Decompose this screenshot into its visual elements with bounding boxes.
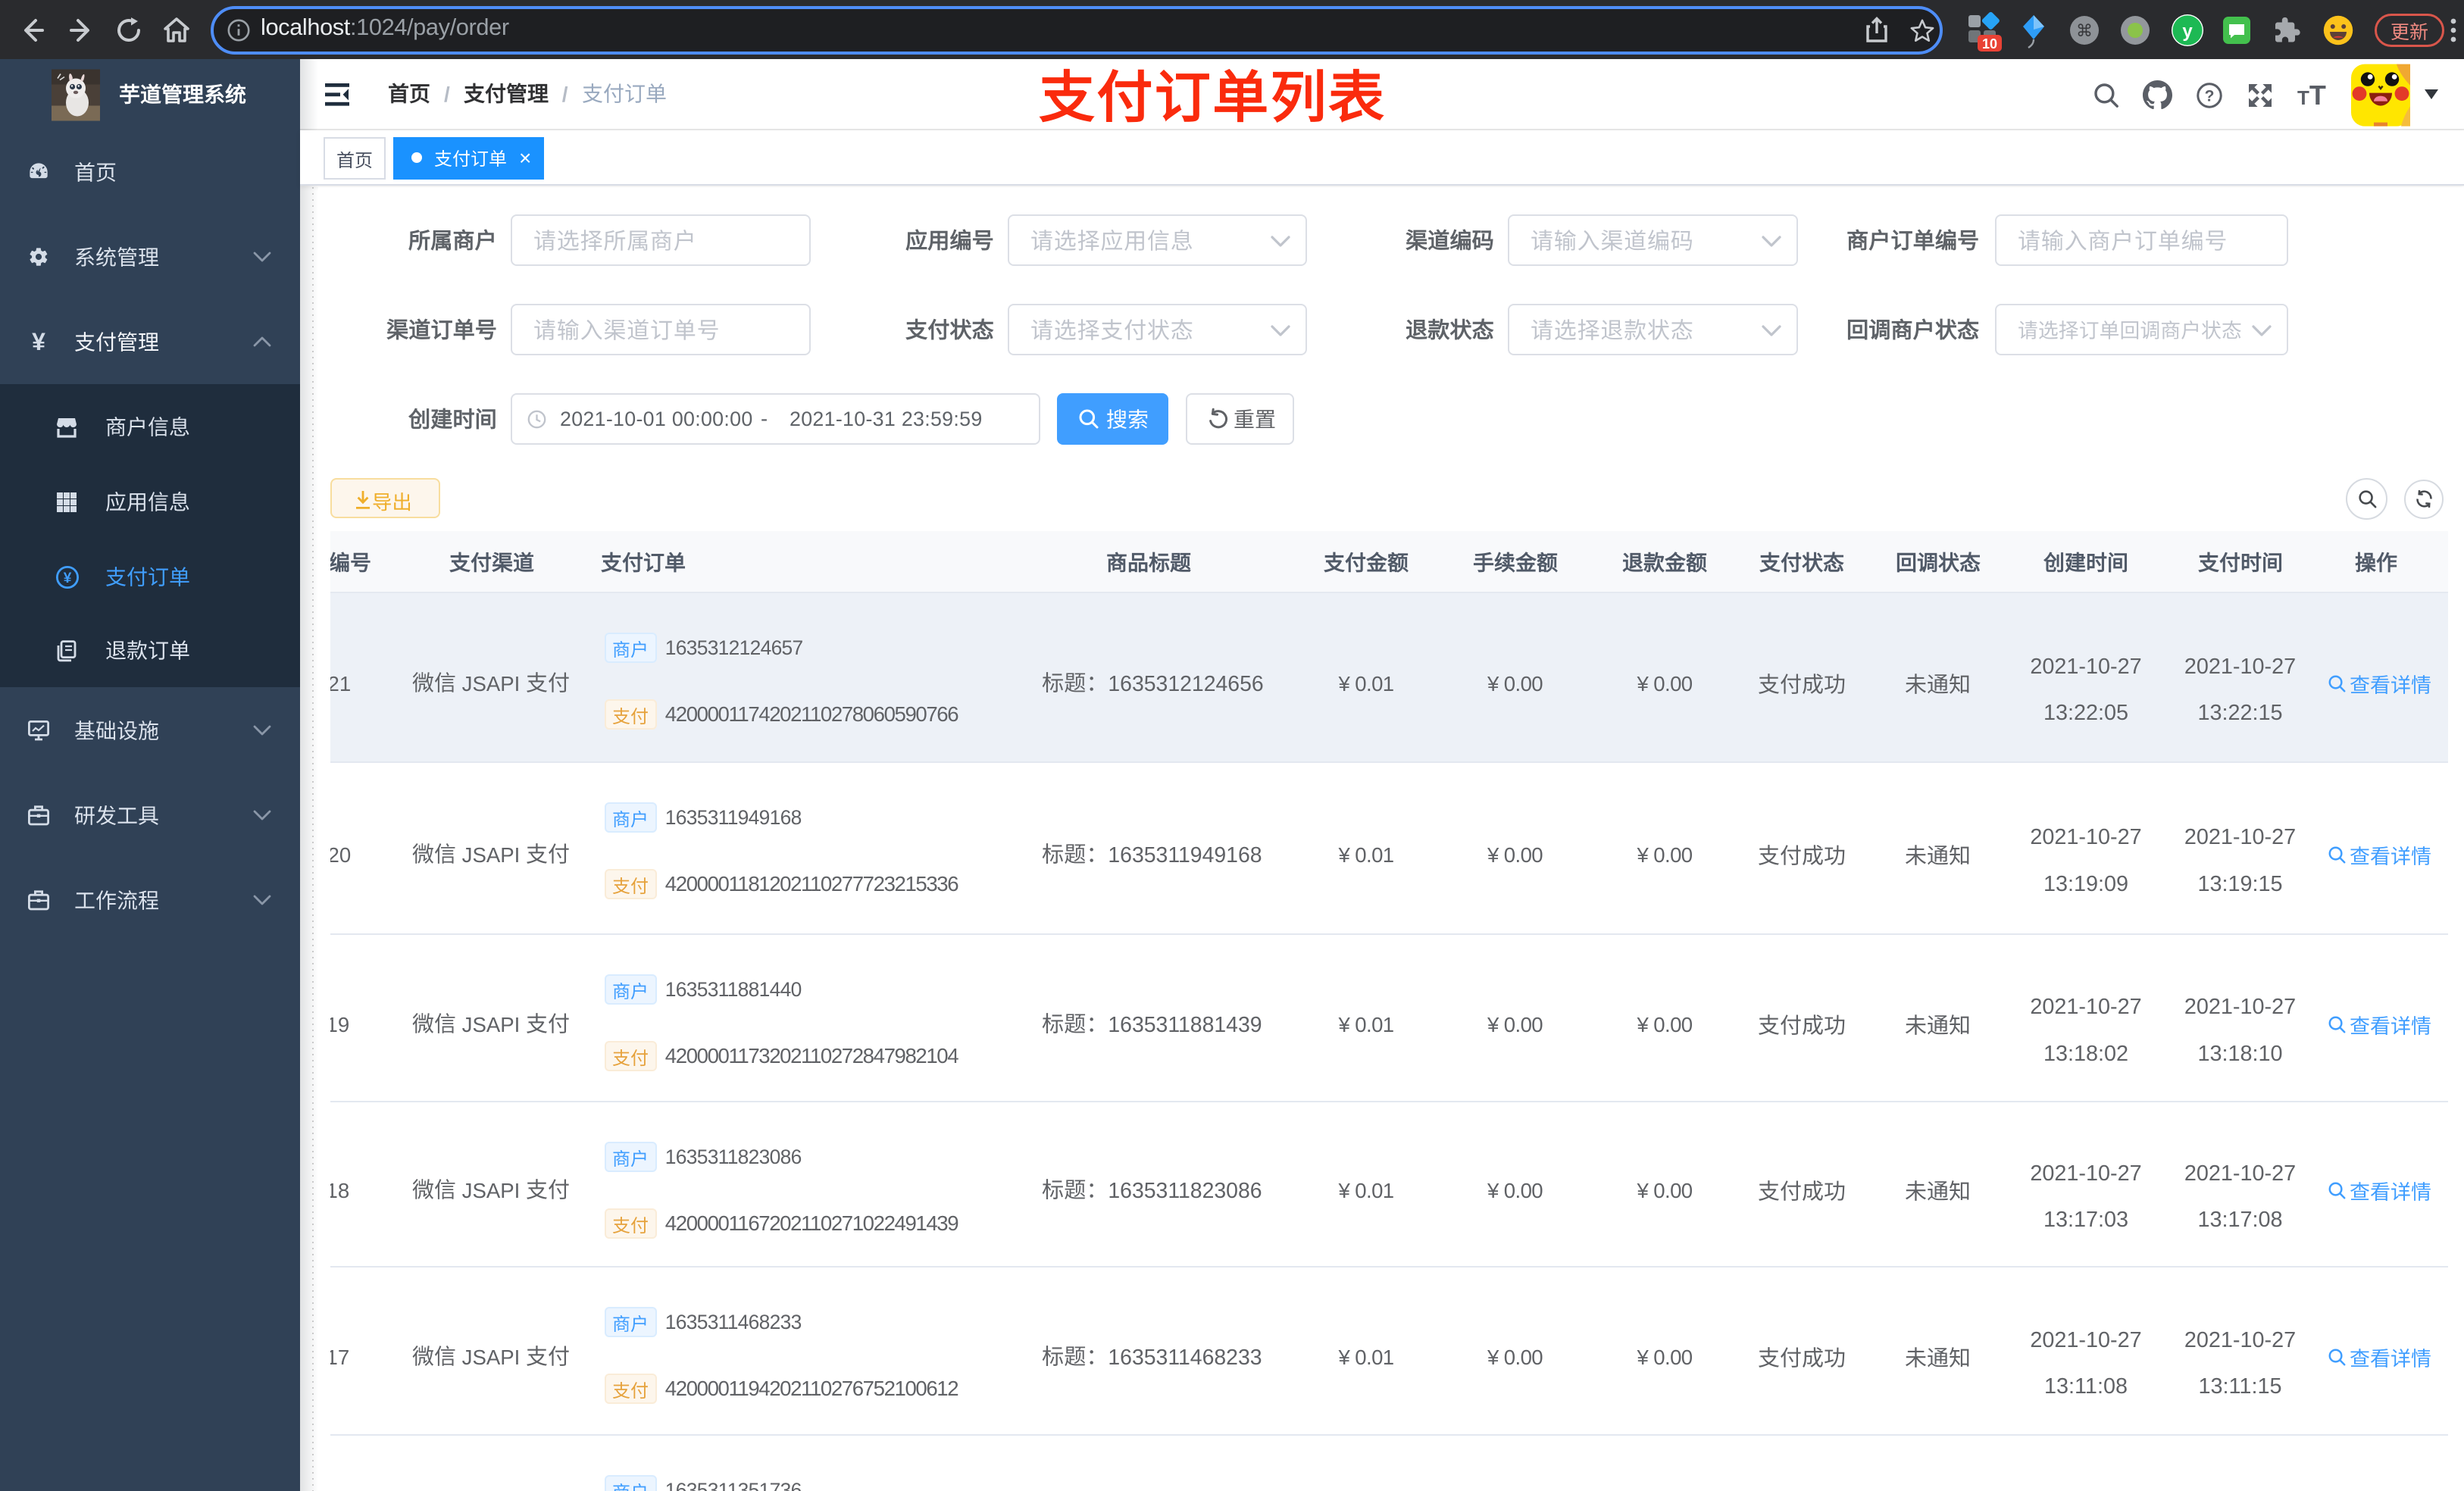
svg-text:y: y [2182, 21, 2193, 42]
svg-text:10: 10 [1982, 36, 1997, 52]
svg-text:⌘: ⌘ [2076, 21, 2093, 40]
svg-text:¥: ¥ [64, 570, 72, 586]
svg-text:?: ? [2205, 87, 2215, 105]
